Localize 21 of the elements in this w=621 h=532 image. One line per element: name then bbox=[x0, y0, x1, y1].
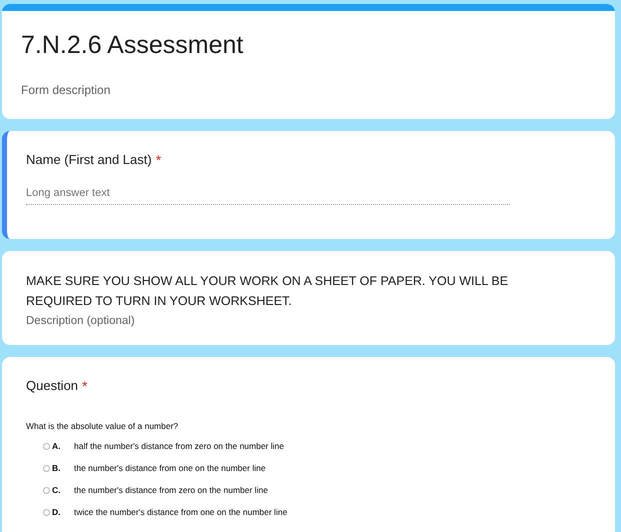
option-letter: C. bbox=[52, 485, 62, 495]
question-card[interactable]: Name (First and Last) * Long answer text bbox=[2, 131, 615, 239]
section-title[interactable]: MAKE SURE YOU SHOW ALL YOUR WORK ON A SHEET OF PAPER. YOU WILL BE REQUIRED TO TURN IN YOUR WORKSHEET. bbox=[26, 271, 596, 311]
required-asterisk: * bbox=[156, 151, 162, 169]
required-asterisk: * bbox=[82, 377, 88, 395]
description-field[interactable]: Description (optional) bbox=[26, 315, 596, 345]
option-letter: D. bbox=[52, 507, 62, 517]
option-letter: A. bbox=[52, 441, 62, 451]
question-title: Name (First and Last) bbox=[26, 151, 152, 169]
option-text: half the number's distance from zero on the number line bbox=[74, 441, 284, 451]
option-text: twice the number's distance from one on the number line bbox=[74, 507, 288, 517]
question-prompt: What is the absolute value of a number? bbox=[26, 421, 180, 431]
question-card[interactable]: MAKE SURE YOU SHOW ALL YOUR WORK ON A SHEET OF PAPER. YOU WILL BE REQUIRED TO TURN IN YOUR WORKSHEET. Description (optional) bbox=[2, 251, 615, 345]
question-card[interactable] bbox=[2, 357, 615, 532]
option-text: the number's distance from one on the number line bbox=[74, 463, 266, 473]
form-description[interactable]: Form description bbox=[21, 83, 596, 97]
long-answer-field: Long answer text bbox=[26, 187, 510, 205]
question-title: Question bbox=[26, 377, 78, 395]
option-letter: B. bbox=[52, 463, 62, 473]
form-title[interactable]: 7.N.2.6 Assessment bbox=[21, 29, 596, 61]
option-text: the number's distance from zero on the number line bbox=[74, 485, 268, 495]
